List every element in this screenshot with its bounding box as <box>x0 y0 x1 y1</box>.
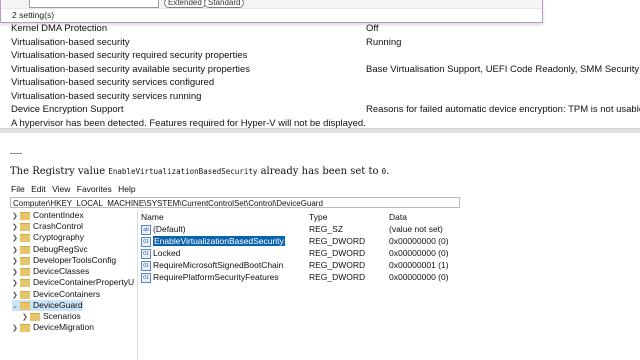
tree-item-label: CrashControl <box>33 221 84 231</box>
regedit-menubar: File Edit View Favorites Help <box>11 184 140 194</box>
folder-icon <box>20 323 30 332</box>
tree-item-label: DeveloperToolsConfig <box>33 255 117 265</box>
sysinfo-label: Virtualisation-based security services c… <box>11 77 215 88</box>
registry-value-row-selected[interactable]: 01 EnableVirtualizationBasedSecurity <box>141 236 285 247</box>
value-data: 0x00000000 (0) <box>389 236 449 246</box>
sysinfo-value: Reasons for failed automatic device encr… <box>366 104 640 115</box>
post-text: . <box>386 166 390 177</box>
folder-icon <box>20 222 30 231</box>
registry-value-row[interactable]: 01 RequireMicrosoftSignedBootChain <box>141 260 283 271</box>
value-type: REG_DWORD <box>309 236 366 246</box>
extended-view-pill[interactable]: Extended <box>164 0 206 8</box>
folder-icon <box>30 312 40 321</box>
tree-item[interactable]: ❯ CrashControl <box>12 221 83 232</box>
folder-icon <box>20 245 30 254</box>
setting-count: 2 setting(s) <box>12 10 55 20</box>
column-header-name[interactable]: Name <box>141 212 164 222</box>
registry-value-row[interactable]: 01 RequirePlatformSecurityFeatures <box>141 272 279 283</box>
value-data: 0x00000001 (1) <box>389 260 449 270</box>
value-data: 0x00000000 (0) <box>389 272 449 282</box>
column-header-data[interactable]: Data <box>389 212 407 222</box>
value-type: REG_DWORD <box>309 260 366 270</box>
dword-value-icon: 01 <box>141 272 151 283</box>
value-name: EnableVirtualizationBasedSecurity <box>153 236 285 246</box>
tree-item-label: ContentIndex <box>33 210 84 220</box>
menu-favorites[interactable]: Favorites <box>77 184 112 194</box>
sysinfo-value: Base Virtualisation Support, UEFI Code R… <box>366 64 640 75</box>
dword-value-icon: 01 <box>141 260 151 271</box>
sysinfo-value: Off <box>366 23 379 34</box>
tree-item[interactable]: ❯ DeviceMigration <box>12 322 94 333</box>
folder-icon <box>20 301 30 310</box>
tree-item[interactable]: ❯ DeveloperToolsConfig <box>12 255 116 266</box>
value-data: 0x00000000 (0) <box>389 248 449 258</box>
value-name: Locked <box>153 248 181 258</box>
chevron-down-icon[interactable]: ⌄ <box>12 301 20 312</box>
horizontal-scrollbar[interactable] <box>0 128 640 133</box>
folder-icon <box>20 278 30 287</box>
value-type: REG_DWORD <box>309 272 366 282</box>
tree-item-label: DeviceMigration <box>33 322 94 332</box>
registry-tree: ❯ ContentIndex ❯ CrashControl ❯ Cryptograph… <box>10 210 138 360</box>
chevron-right-icon[interactable]: ❯ <box>12 323 20 334</box>
registry-value-row[interactable]: 01 Locked <box>141 248 180 259</box>
sysinfo-label: Virtualisation-based security <box>11 37 130 48</box>
tree-item[interactable]: ❯ DeviceClasses <box>12 266 89 277</box>
settings-search-field[interactable] <box>29 0 159 8</box>
tree-item-deviceguard[interactable]: ⌄ DeviceGuard <box>12 300 83 311</box>
tree-item[interactable]: ❯ Scenarios <box>22 311 81 322</box>
menu-edit[interactable]: Edit <box>31 184 46 194</box>
folder-icon <box>20 267 30 276</box>
value-type: REG_DWORD <box>309 248 366 258</box>
tree-item[interactable]: ❯ Cryptography <box>12 232 84 243</box>
tree-item[interactable]: ❯ ContentIndex <box>12 210 84 221</box>
address-bar[interactable]: Computer\HKEY_LOCAL_MACHINE\SYSTEM\Curre… <box>10 197 460 208</box>
registry-value-row[interactable]: ab (Default) <box>141 224 186 235</box>
inline-code: EnableVirtualizationBasedSecurity <box>108 167 258 176</box>
tree-item-label: DebugRegSvc <box>33 244 88 254</box>
tree-scrollbar[interactable] <box>137 210 138 360</box>
menu-help[interactable]: Help <box>118 184 135 194</box>
chevron-right-icon[interactable]: ❯ <box>12 278 20 289</box>
chevron-right-icon[interactable]: ❯ <box>12 233 20 244</box>
dword-value-icon: 01 <box>141 248 151 259</box>
post-paragraph: The Registry value EnableVirtualizationB… <box>10 166 389 177</box>
folder-icon <box>20 256 30 265</box>
tree-item[interactable]: ❯ DebugRegSvc <box>12 244 88 255</box>
folder-icon <box>20 290 30 299</box>
post-text: already has been set to <box>260 166 379 177</box>
tree-item[interactable]: ❯ DeviceContainers <box>12 289 100 300</box>
value-name: (Default) <box>153 224 186 234</box>
tree-item-label: Scenarios <box>43 311 81 321</box>
folder-icon <box>20 211 30 220</box>
string-value-icon: ab <box>141 224 151 235</box>
menu-file[interactable]: File <box>11 184 25 194</box>
standard-view-pill[interactable]: Standard <box>204 0 245 8</box>
sysinfo-label: Device Encryption Support <box>11 104 124 115</box>
dword-value-icon: 01 <box>141 236 151 247</box>
tree-item[interactable]: ❯ DeviceContainerPropertyU <box>12 277 134 288</box>
tree-item-label: DeviceContainerPropertyU <box>33 277 135 287</box>
sysinfo-label: Virtualisation-based security available … <box>11 64 251 75</box>
post-text: The Registry value <box>10 166 106 177</box>
separator: ---- <box>10 148 22 158</box>
sysinfo-label: Virtualisation-based security services r… <box>11 91 202 102</box>
sysinfo-value: Running <box>366 37 402 48</box>
value-type: REG_SZ <box>309 224 344 234</box>
value-name: RequireMicrosoftSignedBootChain <box>153 260 284 270</box>
value-name: RequirePlatformSecurityFeatures <box>153 272 279 282</box>
settings-window: Extended Standard 2 setting(s) <box>0 0 543 23</box>
value-data: (value not set) <box>389 224 443 234</box>
tree-item-label: DeviceContainers <box>33 289 101 299</box>
column-header-type[interactable]: Type <box>309 212 327 222</box>
folder-icon <box>20 233 30 242</box>
menu-view[interactable]: View <box>52 184 70 194</box>
tree-item-label: DeviceGuard <box>33 300 83 310</box>
sysinfo-label: Kernel DMA Protection <box>11 23 108 34</box>
sysinfo-label: Virtualisation-based security required s… <box>11 50 248 61</box>
tree-item-label: Cryptography <box>33 232 85 242</box>
tree-item-label: DeviceClasses <box>33 266 90 276</box>
